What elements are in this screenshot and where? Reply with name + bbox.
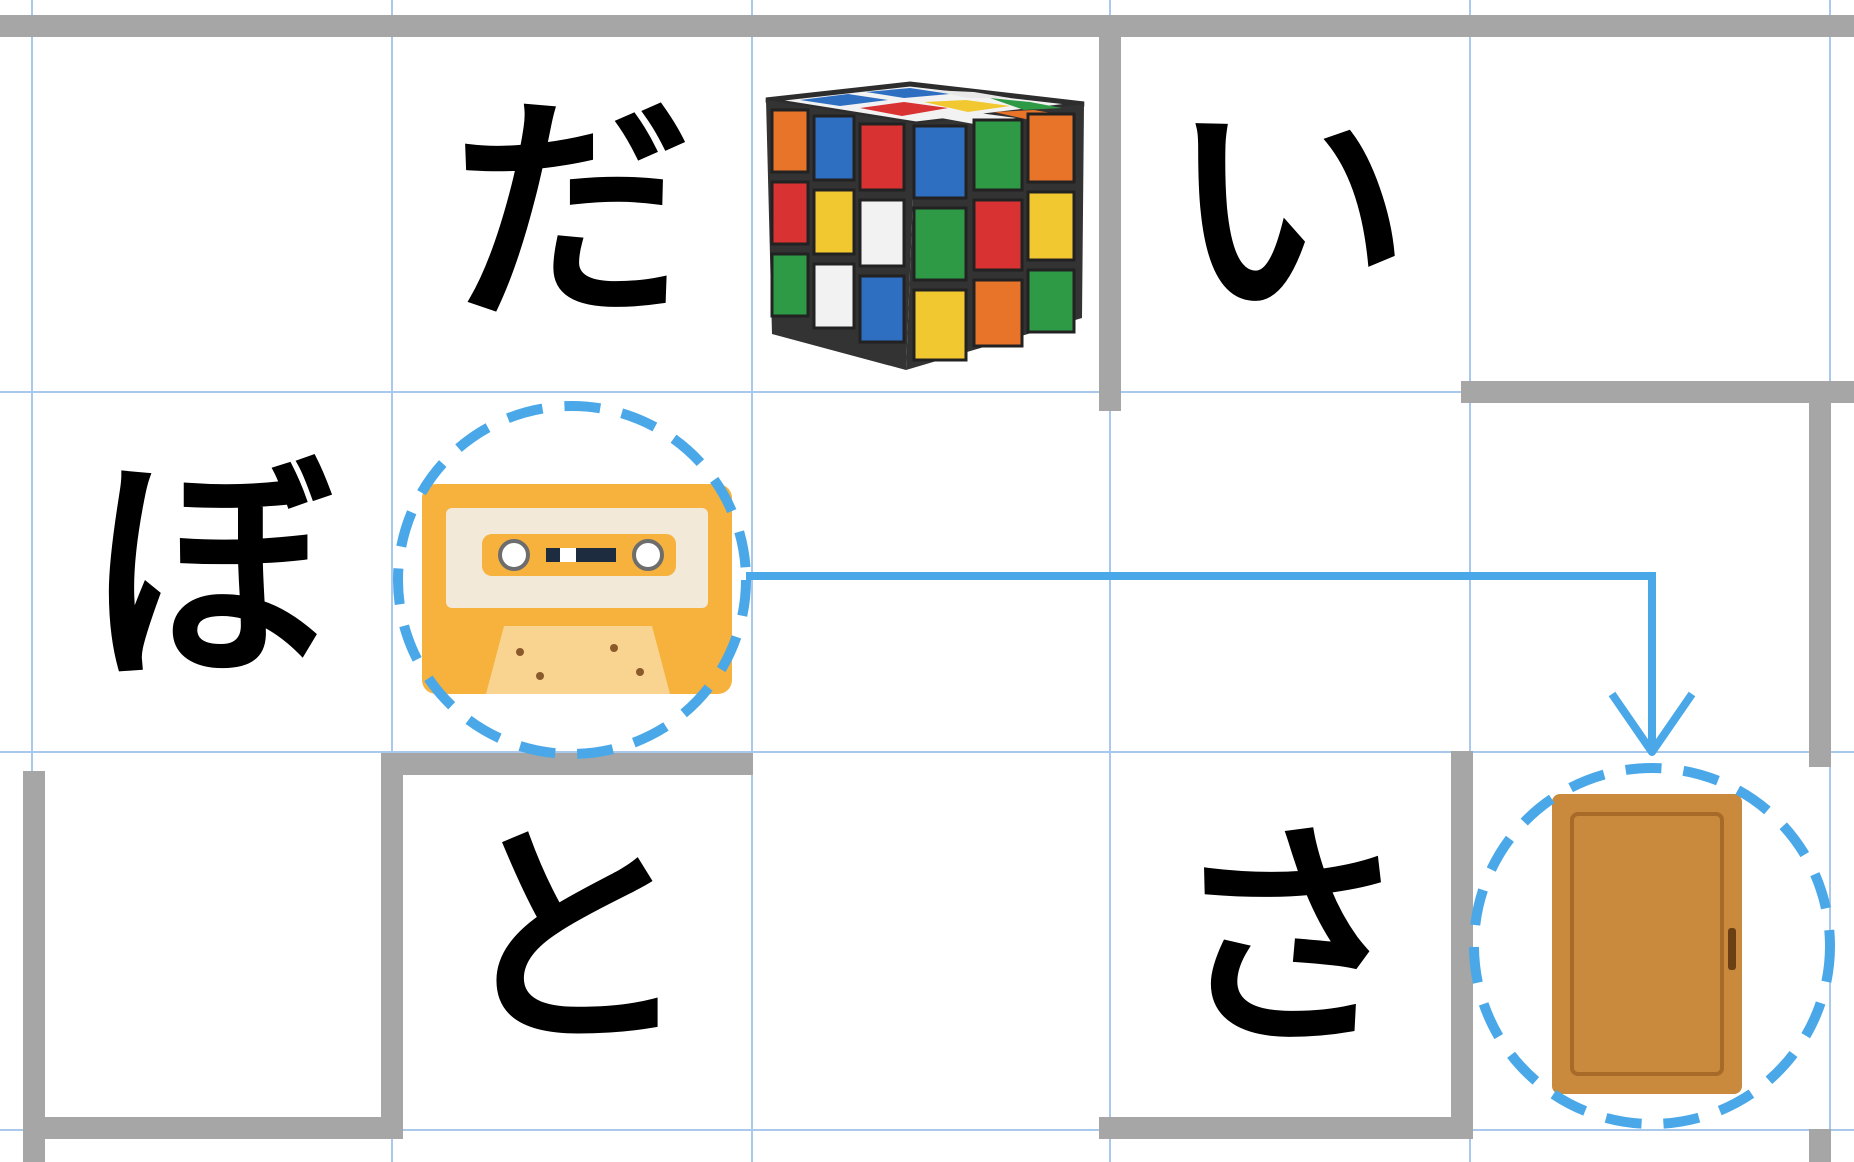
kana-cell-row3-col2: と bbox=[451, 800, 692, 1080]
rubiks-cube-icon bbox=[765, 81, 1085, 370]
kana-cell-row3-col4: さ bbox=[1169, 800, 1410, 1080]
kana-cell-row1-col2: だ bbox=[451, 72, 692, 352]
kana-cell-row1-col4: い bbox=[1169, 72, 1410, 352]
door-icon bbox=[1552, 794, 1742, 1094]
solution-path bbox=[746, 572, 1656, 750]
kana-cell-row2-col1: ぼ bbox=[91, 432, 332, 712]
maze-board: だ い ぼ と さ bbox=[0, 0, 1854, 1162]
cassette-tape-icon bbox=[422, 484, 732, 694]
